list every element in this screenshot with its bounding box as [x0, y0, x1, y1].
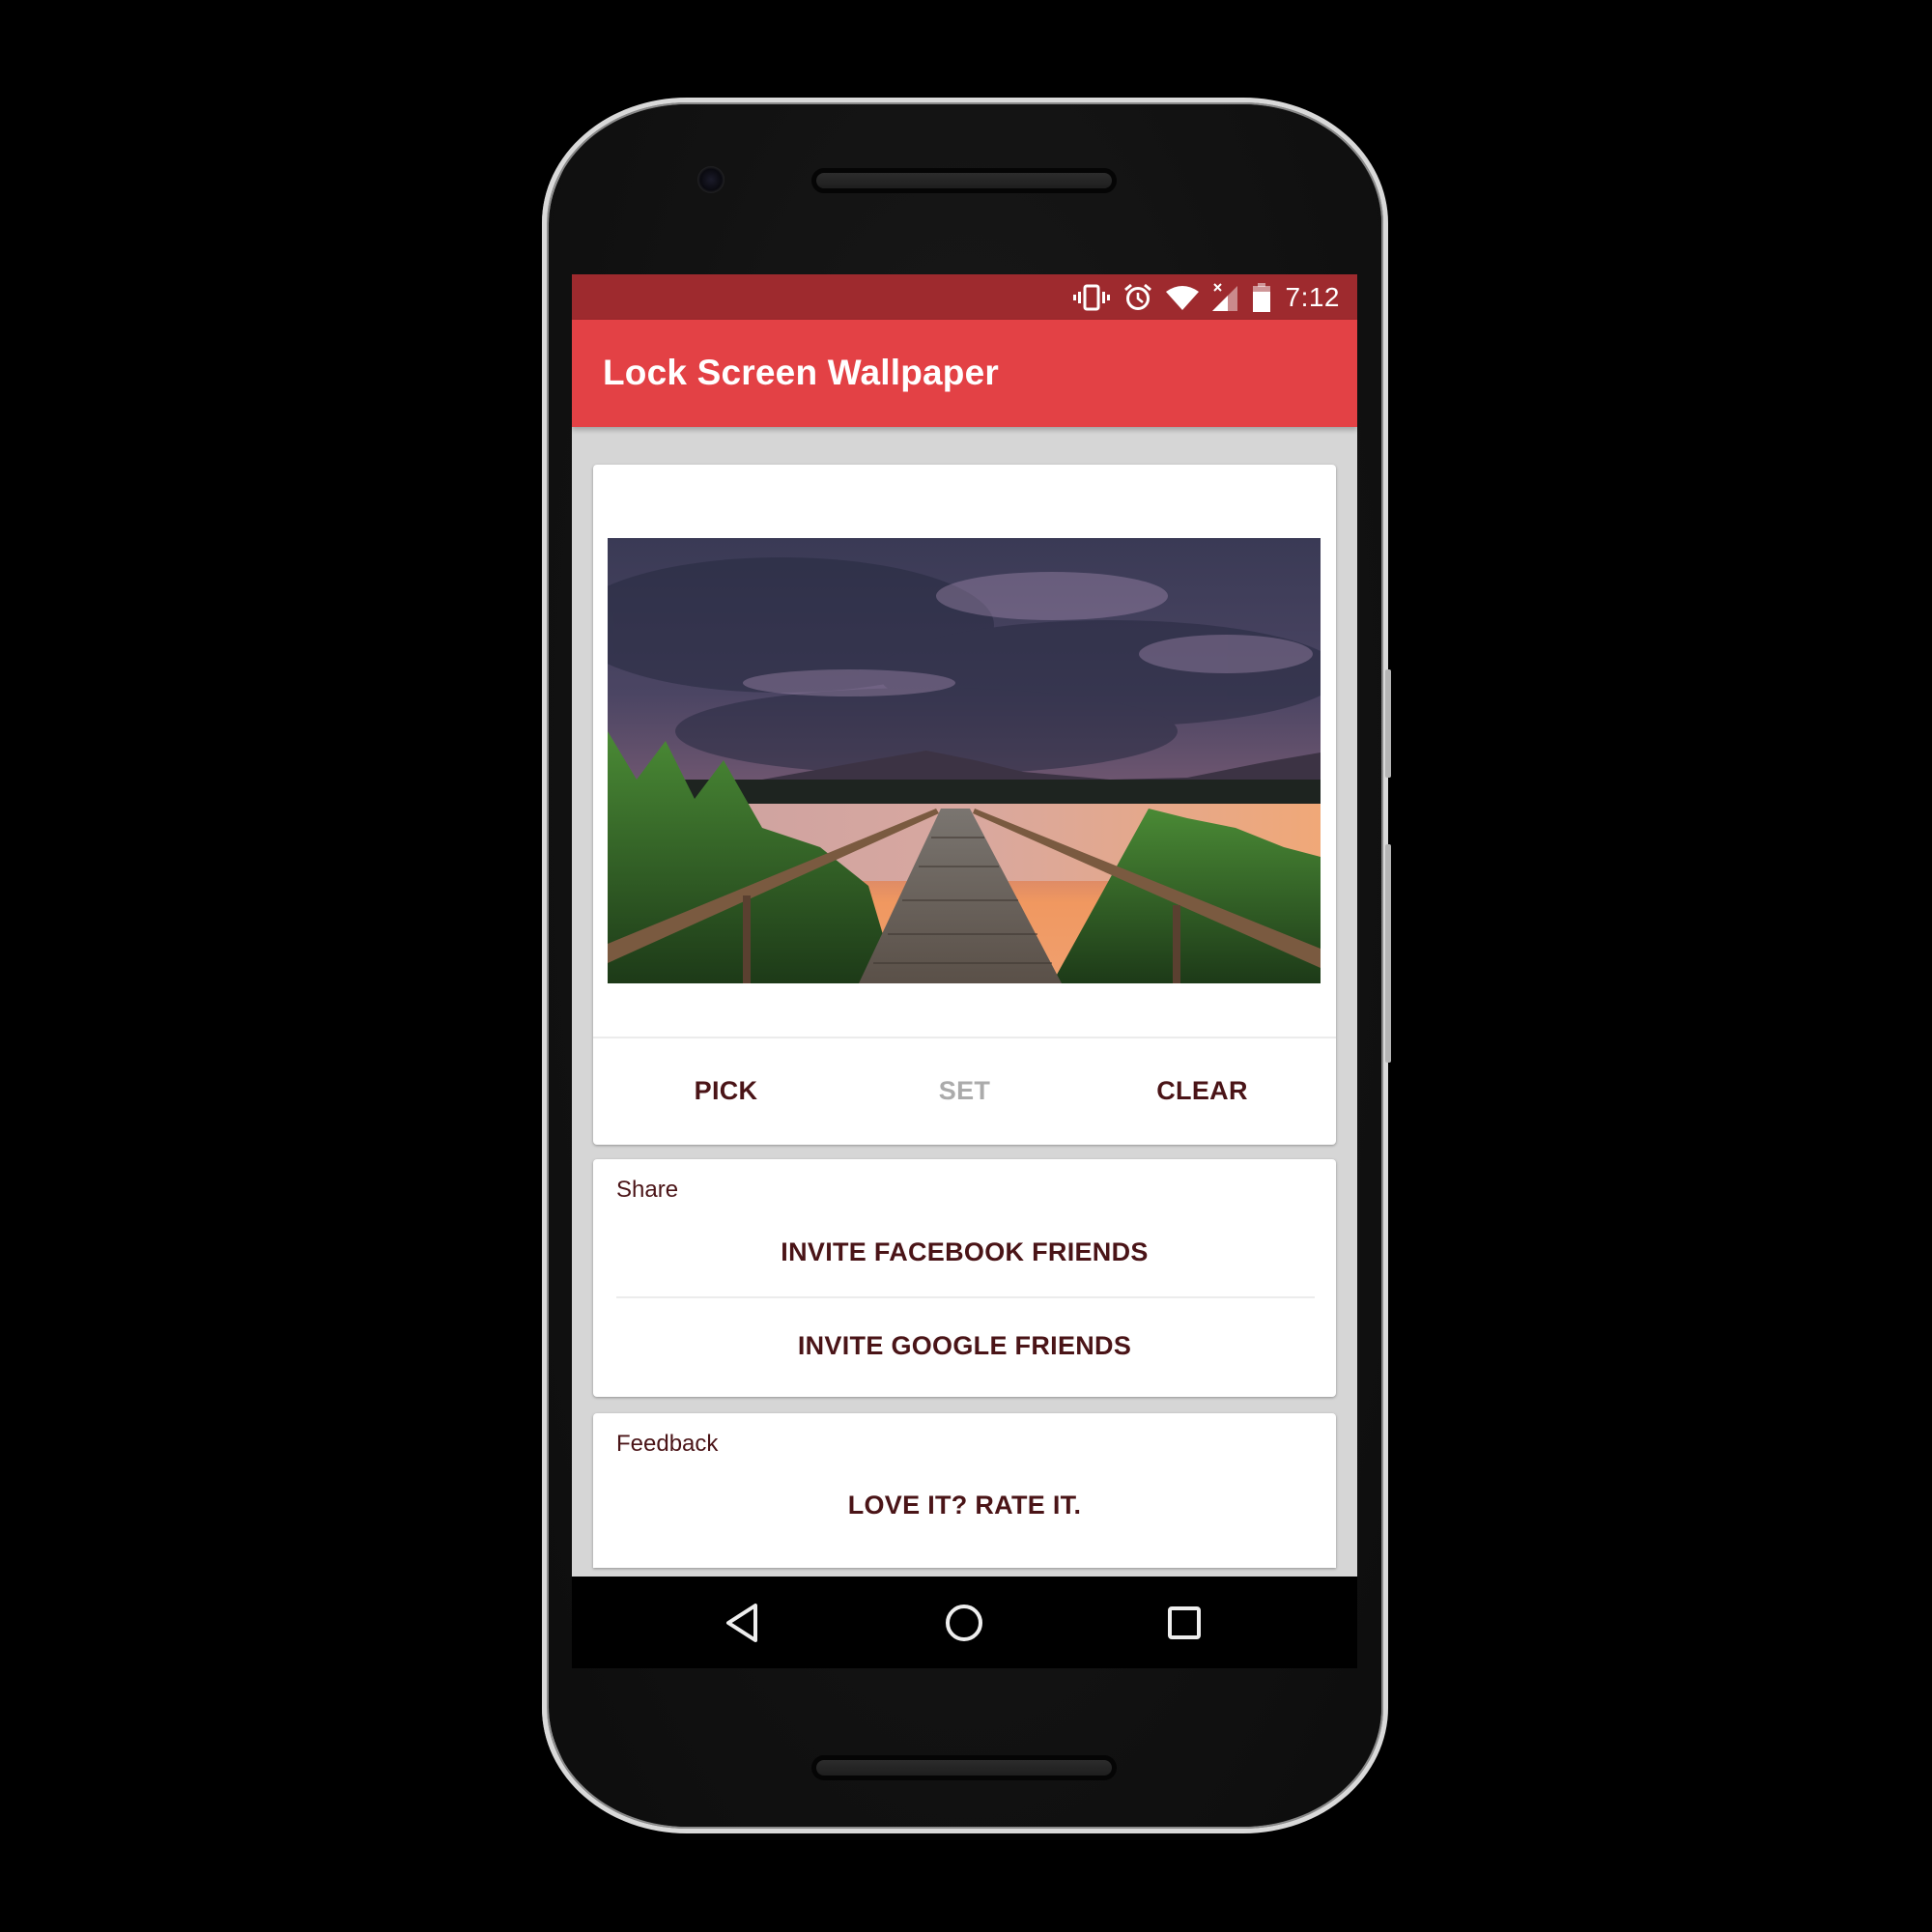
rate-it-button[interactable]: LOVE IT? RATE IT. [593, 1476, 1336, 1534]
share-divider [616, 1296, 1315, 1298]
wifi-icon [1165, 284, 1199, 311]
recents-icon [1168, 1606, 1201, 1639]
screen: 7:12 Lock Screen Wallpaper PICK SET CLEA… [572, 274, 1357, 1668]
top-speaker [811, 168, 1117, 193]
recents-button[interactable] [1159, 1598, 1209, 1648]
home-icon [946, 1605, 982, 1641]
battery-icon [1252, 282, 1270, 312]
invite-google-friends-button[interactable]: INVITE GOOGLE FRIENDS [593, 1317, 1336, 1375]
wallpaper-preview-image[interactable] [608, 538, 1321, 983]
wallpaper-actions: PICK SET CLEAR [593, 1037, 1336, 1144]
home-button[interactable] [939, 1598, 989, 1648]
vibrate-icon [1072, 283, 1110, 312]
cell-signal-no-service-icon [1211, 282, 1239, 312]
back-icon [726, 1604, 757, 1642]
app-title: Lock Screen Wallpaper [603, 353, 999, 392]
feedback-label: Feedback [616, 1431, 719, 1457]
navigation-bar [572, 1577, 1357, 1668]
pick-button[interactable]: PICK [632, 1037, 820, 1144]
clear-button[interactable]: CLEAR [1108, 1037, 1296, 1144]
status-icons: 7:12 [1072, 274, 1341, 320]
share-label: Share [616, 1177, 679, 1203]
app-bar: Lock Screen Wallpaper [572, 320, 1357, 427]
bottom-speaker [811, 1755, 1117, 1780]
alarm-icon [1123, 283, 1152, 312]
power-button [1385, 669, 1391, 778]
back-button[interactable] [719, 1598, 769, 1648]
invite-facebook-friends-button[interactable]: INVITE FACEBOOK FRIENDS [593, 1223, 1336, 1281]
set-button[interactable]: SET [870, 1037, 1059, 1144]
share-card: Share INVITE FACEBOOK FRIENDS INVITE GOO… [593, 1159, 1336, 1397]
status-time: 7:12 [1285, 281, 1340, 312]
volume-button [1385, 844, 1391, 1063]
feedback-card: Feedback LOVE IT? RATE IT. [593, 1413, 1336, 1568]
status-bar: 7:12 [572, 274, 1357, 320]
wallpaper-card: PICK SET CLEAR [593, 465, 1336, 1145]
front-camera [697, 166, 724, 193]
